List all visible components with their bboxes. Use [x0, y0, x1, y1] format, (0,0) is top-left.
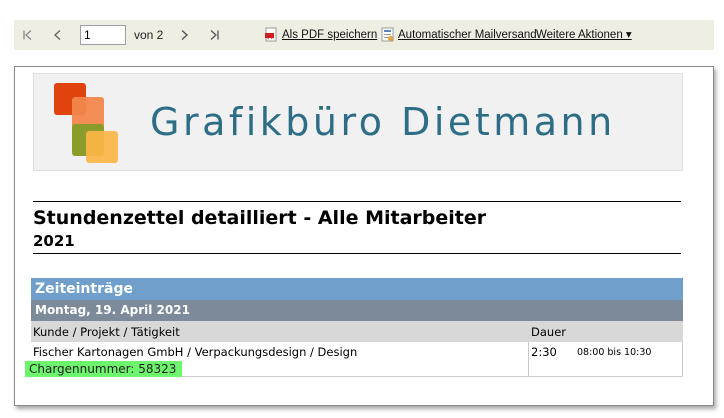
entry-duration: 2:30 [531, 345, 557, 359]
next-page-icon[interactable] [176, 20, 192, 50]
auto-mail-link[interactable]: Automatischer Mailversand [380, 27, 537, 42]
auto-mail-label: Automatischer Mailversand [398, 28, 537, 41]
entry-description: Fischer Kartonagen GmbH / Verpackungsdes… [33, 345, 358, 359]
save-pdf-label: Als PDF speichern [282, 28, 378, 41]
save-pdf-link[interactable]: Als PDF speichern [264, 27, 377, 42]
last-page-icon[interactable] [206, 20, 222, 50]
row-right-border [682, 342, 683, 376]
page-count-label: von 2 [134, 28, 164, 42]
more-actions-menu[interactable]: Weitere Aktionen ▾ [536, 27, 632, 41]
previous-page-icon[interactable] [50, 20, 66, 50]
company-logo-banner: Grafikbüro Dietmann [33, 73, 683, 171]
report-toolbar: von 2 Als PDF speichern Automatischer Ma… [14, 20, 714, 50]
table-row: Fischer Kartonagen GmbH / Verpackungsdes… [25, 342, 683, 377]
entry-timespan: 08:00 bis 10:30 [577, 347, 652, 358]
day-header: Montag, 19. April 2021 [31, 300, 683, 321]
batch-number-highlight: Chargennummer: 58323 [25, 361, 183, 377]
title-rule-top [33, 201, 681, 202]
report-page: Grafikbüro Dietmann Stundenzettel detail… [14, 66, 714, 406]
section-header-time-entries: Zeiteinträge [31, 278, 683, 300]
company-logo-text: Grafikbüro Dietmann [150, 100, 616, 144]
page-number-input[interactable] [80, 25, 126, 45]
first-page-icon[interactable] [20, 20, 36, 50]
report-year: 2021 [33, 232, 75, 250]
mail-icon [381, 27, 394, 42]
table-column-header: Kunde / Projekt / Tätigkeit Dauer [31, 321, 683, 342]
column-header-duration: Dauer [531, 325, 566, 339]
more-actions-label: Weitere Aktionen ▾ [536, 29, 632, 41]
column-header-description: Kunde / Projekt / Tätigkeit [33, 325, 180, 339]
column-divider [528, 342, 529, 376]
logo-square-yellow [86, 131, 118, 163]
title-rule-bottom [33, 253, 681, 254]
report-title: Stundenzettel detailliert - Alle Mitarbe… [33, 207, 487, 229]
pdf-icon [265, 27, 277, 42]
